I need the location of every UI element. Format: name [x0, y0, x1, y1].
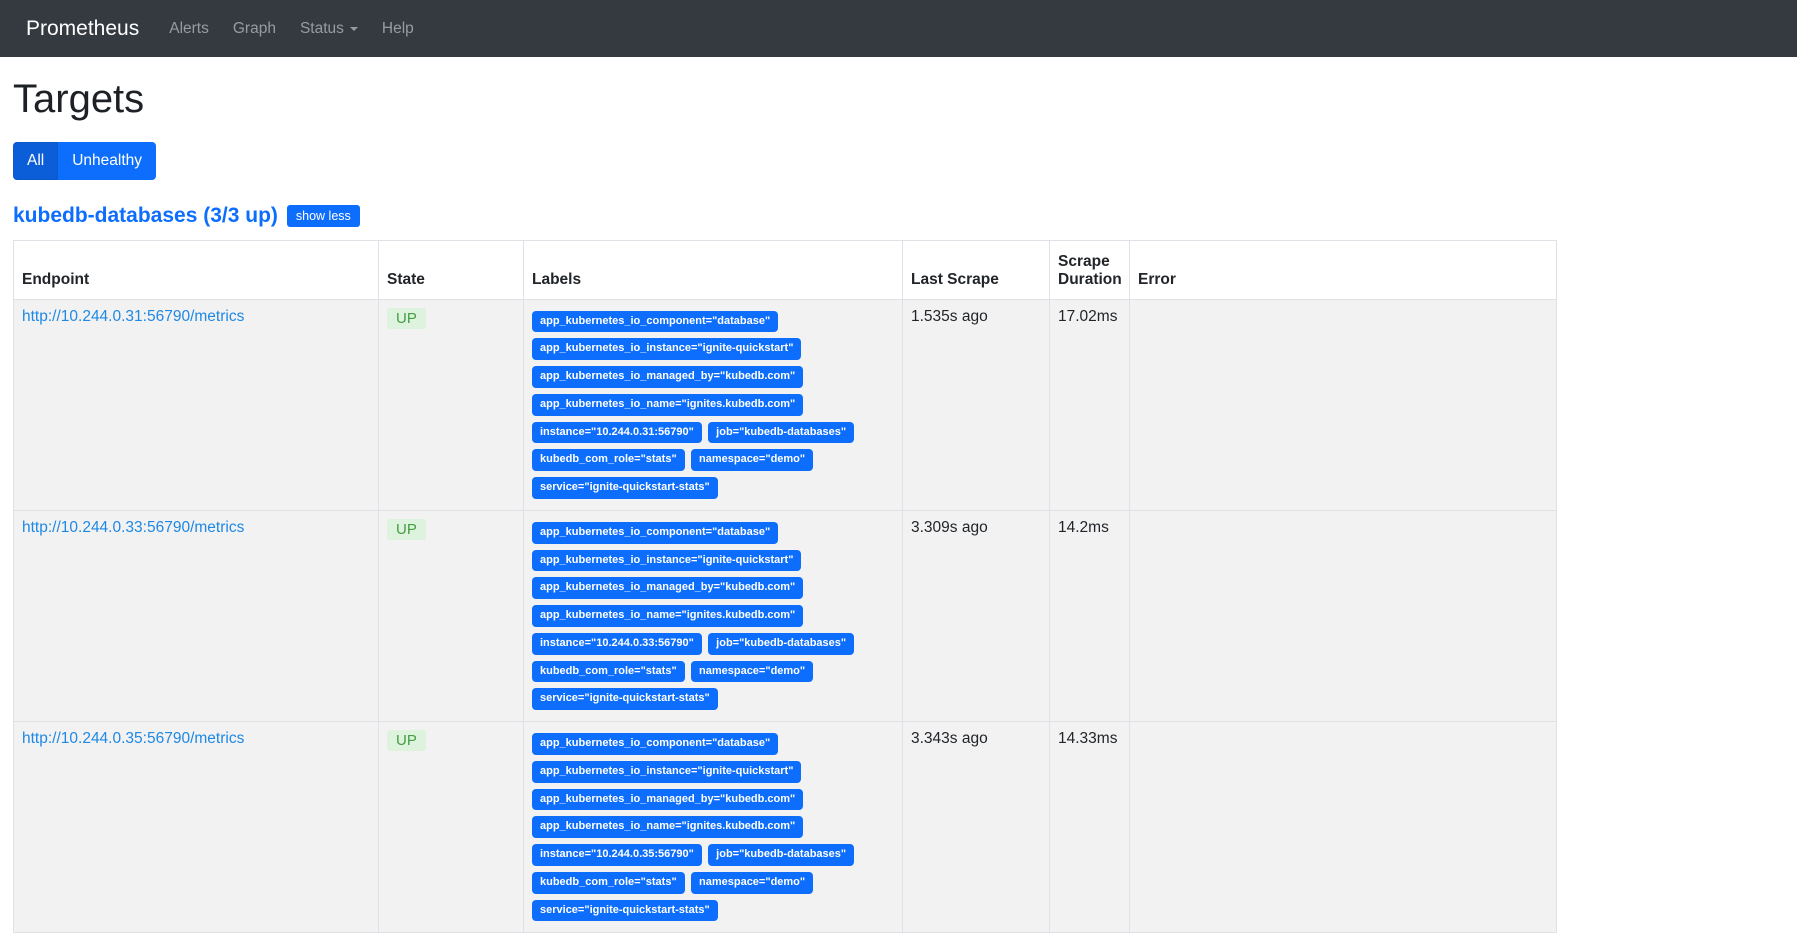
- header-scrape-duration: Scrape Duration: [1050, 240, 1130, 299]
- label-badge: app_kubernetes_io_instance="ignite-quick…: [532, 761, 801, 783]
- last-scrape-cell: 1.535s ago: [903, 299, 1050, 510]
- target-filter-group: All Unhealthy: [13, 142, 156, 180]
- targets-table: Endpoint State Labels Last Scrape Scrape…: [13, 240, 1557, 933]
- label-badge: app_kubernetes_io_component="database": [532, 311, 778, 333]
- endpoint-cell: http://10.244.0.35:56790/metrics: [14, 722, 379, 933]
- labels-cell: app_kubernetes_io_component="database" a…: [524, 722, 903, 933]
- label-badge: app_kubernetes_io_component="database": [532, 522, 778, 544]
- endpoint-cell: http://10.244.0.31:56790/metrics: [14, 299, 379, 510]
- state-badge: UP: [387, 730, 426, 751]
- navbar: Prometheus Alerts Graph Status Help: [0, 0, 1797, 57]
- nav-item-help[interactable]: Help: [382, 20, 414, 38]
- label-badge: job="kubedb-databases": [708, 422, 854, 444]
- targets-table-head: Endpoint State Labels Last Scrape Scrape…: [14, 240, 1557, 299]
- label-badge: app_kubernetes_io_name="ignites.kubedb.c…: [532, 605, 803, 627]
- label-badge: kubedb_com_role="stats": [532, 872, 685, 894]
- error-cell: [1130, 299, 1557, 510]
- label-badge: kubedb_com_role="stats": [532, 449, 685, 471]
- endpoint-link[interactable]: http://10.244.0.33:56790/metrics: [22, 519, 244, 536]
- nav-item-graph[interactable]: Graph: [233, 20, 276, 38]
- last-scrape-cell: 3.309s ago: [903, 510, 1050, 721]
- label-badge: app_kubernetes_io_name="ignites.kubedb.c…: [532, 394, 803, 416]
- job-section-header: kubedb-databases (3/3 up) show less: [13, 204, 1784, 228]
- label-badge: service="ignite-quickstart-stats": [532, 900, 718, 922]
- label-badge: app_kubernetes_io_managed_by="kubedb.com…: [532, 577, 803, 599]
- label-badge: instance="10.244.0.31:56790": [532, 422, 702, 444]
- header-row: Endpoint State Labels Last Scrape Scrape…: [14, 240, 1557, 299]
- targets-table-body: http://10.244.0.31:56790/metrics UP app_…: [14, 299, 1557, 933]
- header-endpoint: Endpoint: [14, 240, 379, 299]
- label-badge: app_kubernetes_io_managed_by="kubedb.com…: [532, 366, 803, 388]
- label-badge: service="ignite-quickstart-stats": [532, 477, 718, 499]
- labels-cell: app_kubernetes_io_component="database" a…: [524, 299, 903, 510]
- nav-item-status-label: Status: [300, 20, 344, 38]
- label-badge: app_kubernetes_io_name="ignites.kubedb.c…: [532, 816, 803, 838]
- header-last-scrape: Last Scrape: [903, 240, 1050, 299]
- header-labels: Labels: [524, 240, 903, 299]
- state-cell: UP: [379, 722, 524, 933]
- filter-all-button[interactable]: All: [13, 142, 58, 180]
- label-badge: namespace="demo": [691, 449, 813, 471]
- table-row: http://10.244.0.31:56790/metrics UP app_…: [14, 299, 1557, 510]
- label-badge: kubedb_com_role="stats": [532, 661, 685, 683]
- label-badge: instance="10.244.0.35:56790": [532, 844, 702, 866]
- scrape-duration-cell: 14.33ms: [1050, 722, 1130, 933]
- brand-link[interactable]: Prometheus: [26, 17, 139, 41]
- nav-item-status[interactable]: Status: [300, 20, 358, 38]
- page-title: Targets: [13, 77, 1784, 122]
- label-badge: job="kubedb-databases": [708, 844, 854, 866]
- error-cell: [1130, 510, 1557, 721]
- label-badge: job="kubedb-databases": [708, 633, 854, 655]
- label-badge: instance="10.244.0.33:56790": [532, 633, 702, 655]
- main-content: Targets All Unhealthy kubedb-databases (…: [0, 77, 1797, 933]
- label-badge: service="ignite-quickstart-stats": [532, 688, 718, 710]
- header-error: Error: [1130, 240, 1557, 299]
- state-badge: UP: [387, 519, 426, 540]
- header-state: State: [379, 240, 524, 299]
- label-badge: app_kubernetes_io_component="database": [532, 733, 778, 755]
- endpoint-link[interactable]: http://10.244.0.31:56790/metrics: [22, 308, 244, 325]
- table-row: http://10.244.0.35:56790/metrics UP app_…: [14, 722, 1557, 933]
- scrape-duration-cell: 17.02ms: [1050, 299, 1130, 510]
- label-badge: app_kubernetes_io_managed_by="kubedb.com…: [532, 789, 803, 811]
- label-badge: app_kubernetes_io_instance="ignite-quick…: [532, 338, 801, 360]
- nav-item-alerts[interactable]: Alerts: [169, 20, 209, 38]
- show-less-button[interactable]: show less: [287, 205, 360, 227]
- endpoint-cell: http://10.244.0.33:56790/metrics: [14, 510, 379, 721]
- label-badge: namespace="demo": [691, 872, 813, 894]
- state-badge: UP: [387, 308, 426, 329]
- scrape-duration-cell: 14.2ms: [1050, 510, 1130, 721]
- state-cell: UP: [379, 510, 524, 721]
- last-scrape-cell: 3.343s ago: [903, 722, 1050, 933]
- labels-cell: app_kubernetes_io_component="database" a…: [524, 510, 903, 721]
- state-cell: UP: [379, 299, 524, 510]
- label-badge: namespace="demo": [691, 661, 813, 683]
- filter-unhealthy-button[interactable]: Unhealthy: [58, 142, 156, 180]
- job-title: kubedb-databases (3/3 up): [13, 204, 278, 228]
- error-cell: [1130, 722, 1557, 933]
- label-badge: app_kubernetes_io_instance="ignite-quick…: [532, 550, 801, 572]
- table-row: http://10.244.0.33:56790/metrics UP app_…: [14, 510, 1557, 721]
- endpoint-link[interactable]: http://10.244.0.35:56790/metrics: [22, 730, 244, 747]
- chevron-down-icon: [350, 27, 358, 31]
